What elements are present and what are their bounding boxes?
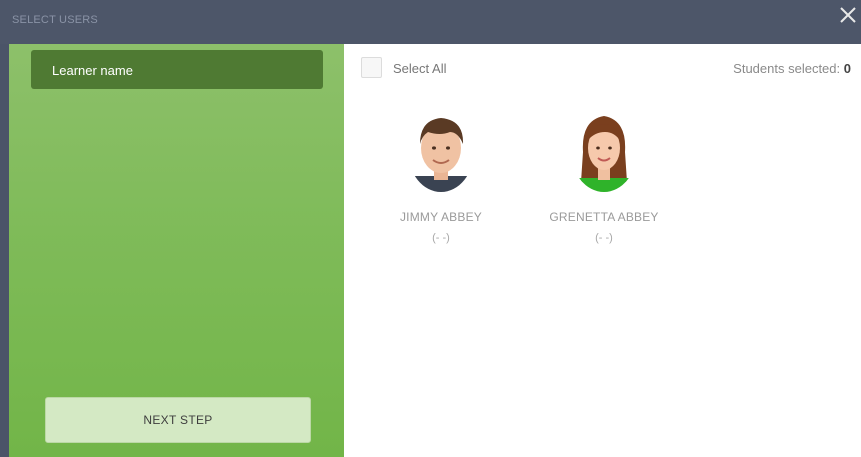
students-selected-count: 0 — [843, 61, 851, 76]
modal-header: SELECT USERS — [0, 0, 861, 44]
student-card[interactable]: JIMMY ABBEY (- -) — [356, 110, 526, 260]
avatar — [408, 110, 474, 192]
student-list-panel: Select All Students selected: 0 JIMMY AB… — [344, 44, 861, 457]
student-detail: (- -) — [432, 232, 450, 244]
girl-avatar-icon — [571, 110, 637, 192]
student-name: GRENETTA ABBEY — [549, 210, 659, 224]
select-users-modal: Learner name NEXT STEP Select All Studen… — [9, 44, 861, 457]
select-all-checkbox[interactable] — [361, 57, 382, 78]
boy-avatar-icon — [408, 110, 474, 192]
learner-name-label: Learner name — [52, 63, 133, 78]
student-card[interactable]: GRENETTA ABBEY (- -) — [519, 110, 689, 260]
avatar — [571, 110, 637, 192]
student-name: JIMMY ABBEY — [399, 210, 482, 224]
close-icon — [840, 7, 856, 23]
filter-sidebar: Learner name NEXT STEP — [9, 44, 344, 457]
student-detail: (- -) — [595, 232, 613, 244]
modal-title: SELECT USERS — [12, 14, 98, 26]
learner-name-filter-button[interactable]: Learner name — [31, 50, 323, 89]
students-selected-label: Students selected: — [733, 61, 841, 76]
close-button[interactable] — [837, 4, 859, 26]
select-all-label[interactable]: Select All — [393, 61, 446, 76]
students-selected-counter: Students selected: 0 — [733, 61, 851, 76]
next-step-button[interactable]: NEXT STEP — [45, 397, 311, 443]
next-step-label: NEXT STEP — [143, 413, 213, 427]
